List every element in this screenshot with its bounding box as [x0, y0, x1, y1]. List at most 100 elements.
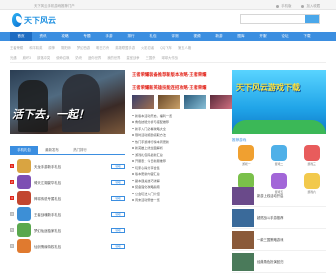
subnav-link[interactable]: 球球大作战: [161, 55, 177, 60]
subnav-link[interactable]: 原神: [48, 45, 55, 50]
banner-text: 天下风云游戏下载: [236, 83, 300, 92]
subnav-link[interactable]: 和平精英: [29, 45, 42, 50]
subnav-link[interactable]: 第五人格: [178, 45, 191, 50]
star-icon: [301, 4, 305, 8]
nav-item[interactable]: 专题: [76, 32, 98, 41]
nav-item[interactable]: 下载: [296, 32, 318, 41]
headline-secondary[interactable]: 王者荣耀新英雄技能连招攻略·王者荣耀: [132, 85, 206, 91]
nav-item[interactable]: 手游: [98, 32, 120, 41]
subnav-link[interactable]: 迷你世界: [88, 55, 101, 60]
claim-button[interactable]: 领取: [111, 179, 125, 185]
side-article[interactable]: 超燃战斗手游推荐: [232, 207, 326, 229]
tab-ranking[interactable]: 热门排行: [66, 146, 94, 154]
nav-item[interactable]: 攻略: [54, 32, 76, 41]
subnav-link[interactable]: 阴阳师: [61, 45, 71, 50]
search-button[interactable]: [305, 15, 319, 23]
claim-button[interactable]: 领取: [111, 163, 125, 169]
claim-button[interactable]: 领取: [111, 195, 125, 201]
rank-number: 3: [10, 196, 14, 200]
sub-nav: 王者荣耀 和平精英 原神 阴阳师 梦幻西游 明日方舟 英雄联盟手游 火影忍者 QQ飞车 第五人格 …: [10, 42, 326, 63]
subnav-link[interactable]: 王者荣耀: [10, 45, 23, 50]
gift-row[interactable]: 1 天龙手游新手礼包 领取: [10, 158, 125, 174]
subnav-link[interactable]: 英雄联盟手游: [115, 45, 135, 50]
nav-item[interactable]: 开服: [252, 32, 274, 41]
news-thumbnail[interactable]: [184, 95, 206, 109]
subnav-link[interactable]: 部落冲突: [37, 55, 50, 60]
hero-banner[interactable]: 活下去，一起！: [10, 70, 125, 134]
nav-item[interactable]: 视频: [186, 32, 208, 41]
gift-name: 倚天江湖豪华礼包: [34, 180, 62, 185]
nav-item[interactable]: 论坛: [274, 32, 296, 41]
side-article[interactable]: 新游上线活动开启: [232, 185, 326, 207]
subnav-link[interactable]: 使命召唤: [56, 55, 69, 60]
claim-button[interactable]: 领取: [111, 227, 125, 233]
game-label: 游戏一: [242, 162, 251, 166]
gift-row[interactable]: 6 仙剑情缘特权礼包 领取: [10, 238, 125, 254]
download-banner[interactable]: 天下风云游戏下载: [232, 70, 326, 134]
subnav-link[interactable]: 火影忍者: [141, 45, 154, 50]
gift-row[interactable]: 5 梦幻仙途独家礼包 领取: [10, 222, 125, 238]
nav-item[interactable]: 新游: [208, 32, 230, 41]
article-title: 新游上线活动开启: [257, 194, 284, 198]
game-icon: [17, 159, 31, 173]
favorite-link[interactable]: 加入收藏: [301, 3, 320, 8]
subnav-link[interactable]: 皇室战争: [126, 55, 139, 60]
gift-row[interactable]: 4 王者战魂新手礼包 领取: [10, 206, 125, 222]
tab-gifts[interactable]: 手机礼包: [10, 146, 38, 154]
search-box[interactable]: [240, 14, 320, 24]
game-icon: [303, 145, 320, 161]
subnav-link[interactable]: 光遇: [10, 55, 17, 60]
news-item[interactable]: 周末活动预告一览: [132, 197, 228, 204]
headline-primary[interactable]: 王者荣耀装备推荐新版本攻略·王者荣耀: [132, 72, 206, 78]
nav-item[interactable]: 图库: [230, 32, 252, 41]
gift-name: 王者战魂新手礼包: [34, 212, 62, 217]
banner-hill: [232, 120, 326, 134]
game-tile[interactable]: 游戏一: [232, 145, 261, 169]
article-thumbnail: [232, 208, 254, 227]
gift-name: 天龙手游新手礼包: [34, 164, 62, 169]
claim-button[interactable]: 领取: [111, 211, 125, 217]
game-icon: [17, 207, 31, 221]
main-nav: 首页 资讯 攻略 专题 手游 排行 礼包 评测 视频 新游 图库 开服 论坛 下载: [0, 32, 336, 41]
site-logo[interactable]: 天下风云: [12, 10, 56, 30]
tab-latest[interactable]: 最新发布: [38, 146, 66, 154]
logo-icon: [12, 13, 22, 27]
subnav-link[interactable]: 我的世界: [107, 55, 120, 60]
subnav-link[interactable]: 奶块: [75, 55, 82, 60]
game-tile[interactable]: 游戏三: [297, 145, 326, 169]
mobile-link[interactable]: 手机版: [276, 3, 291, 8]
news-thumbnail[interactable]: [210, 95, 232, 109]
subnav-link[interactable]: QQ飞车: [160, 45, 172, 50]
subnav-link[interactable]: 明日方舟: [96, 45, 109, 50]
game-tile[interactable]: 游戏二: [265, 145, 294, 169]
news-thumbnails: [132, 95, 232, 109]
subnav-link[interactable]: 崩坏3: [23, 55, 31, 60]
nav-item[interactable]: 资讯: [32, 32, 54, 41]
article-thumbnail: [232, 186, 254, 205]
news-thumbnail[interactable]: [132, 95, 154, 109]
gift-row[interactable]: 3 神将传说专属礼包 领取: [10, 190, 125, 206]
gift-name: 梦幻仙途独家礼包: [34, 228, 62, 233]
gift-row[interactable]: 2 倚天江湖豪华礼包 领取: [10, 174, 125, 190]
nav-item[interactable]: 礼包: [142, 32, 164, 41]
game-icon: [17, 223, 31, 237]
claim-button[interactable]: 领取: [111, 243, 125, 249]
top-bar: 天下风云手机游戏推荐门户 手机版 加入收藏: [0, 0, 336, 10]
game-icon: [17, 175, 31, 189]
side-article[interactable]: 一款三国策略游戏: [232, 229, 326, 251]
rank-number: 5: [10, 228, 14, 232]
nav-item[interactable]: 排行: [120, 32, 142, 41]
nav-item[interactable]: 评测: [164, 32, 186, 41]
news-thumbnail[interactable]: [158, 95, 180, 109]
gift-name: 仙剑情缘特权礼包: [34, 244, 62, 249]
subnav-link[interactable]: 三国杀: [146, 55, 156, 60]
logo-text: 天下风云: [24, 15, 56, 25]
side-article-list: 新游上线活动开启超燃战斗手游推荐 一款三国策略游戏经典角色扮演回归: [232, 185, 326, 273]
nav-item[interactable]: 首页: [10, 32, 32, 41]
side-article[interactable]: 经典角色扮演回归: [232, 251, 326, 273]
article-title: 经典角色扮演回归: [257, 260, 284, 264]
article-thumbnail: [232, 252, 254, 271]
site-notice: 天下风云手机游戏推荐门户: [34, 4, 75, 8]
subnav-link[interactable]: 梦幻西游: [77, 45, 90, 50]
game-icon: [238, 145, 255, 161]
